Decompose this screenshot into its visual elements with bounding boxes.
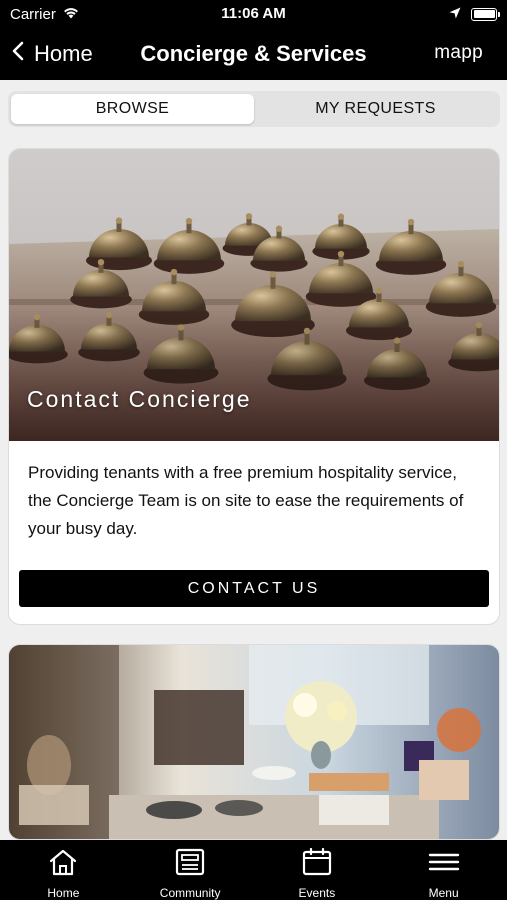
tab-menu-label: Menu	[428, 886, 459, 900]
tab-community-label: Community	[159, 886, 221, 900]
app-logo: mapp	[434, 42, 483, 63]
card-title: Contact Concierge	[27, 386, 252, 412]
home-icon	[48, 848, 78, 881]
tab-events-label: Events	[298, 886, 336, 900]
tab-home-label: Home	[47, 886, 80, 900]
tab-browse[interactable]: BROWSE	[11, 94, 254, 124]
status-time: 11:06 AM	[221, 5, 286, 22]
tab-events[interactable]: Events	[254, 840, 381, 900]
tab-menu[interactable]: Menu	[380, 840, 507, 900]
community-icon	[175, 848, 205, 881]
store-tableware-photo	[9, 645, 499, 839]
page-title: Concierge & Services	[140, 41, 367, 66]
service-card-concierge[interactable]: Contact Concierge Providing tenants with…	[8, 148, 500, 625]
service-bells-photo: Contact Concierge	[9, 149, 499, 441]
tab-my-requests[interactable]: MY REQUESTS	[254, 94, 497, 124]
calendar-icon	[302, 847, 332, 881]
tab-community[interactable]: Community	[127, 840, 254, 900]
hamburger-menu-icon	[428, 848, 460, 881]
card-description: Providing tenants with a free premium ho…	[28, 463, 464, 538]
nav-bar: Home Concierge & Services mapp	[0, 28, 507, 80]
tab-home[interactable]: Home	[0, 840, 127, 900]
segmented-control: BROWSE MY REQUESTS	[8, 91, 500, 127]
service-card-shop[interactable]	[8, 644, 500, 840]
tab-bar: Home Community Events Menu	[0, 840, 507, 900]
battery-icon	[471, 7, 500, 21]
contact-us-button[interactable]: CONTACT US	[19, 570, 489, 607]
status-bar: Carrier 11:06 AM	[0, 0, 507, 28]
